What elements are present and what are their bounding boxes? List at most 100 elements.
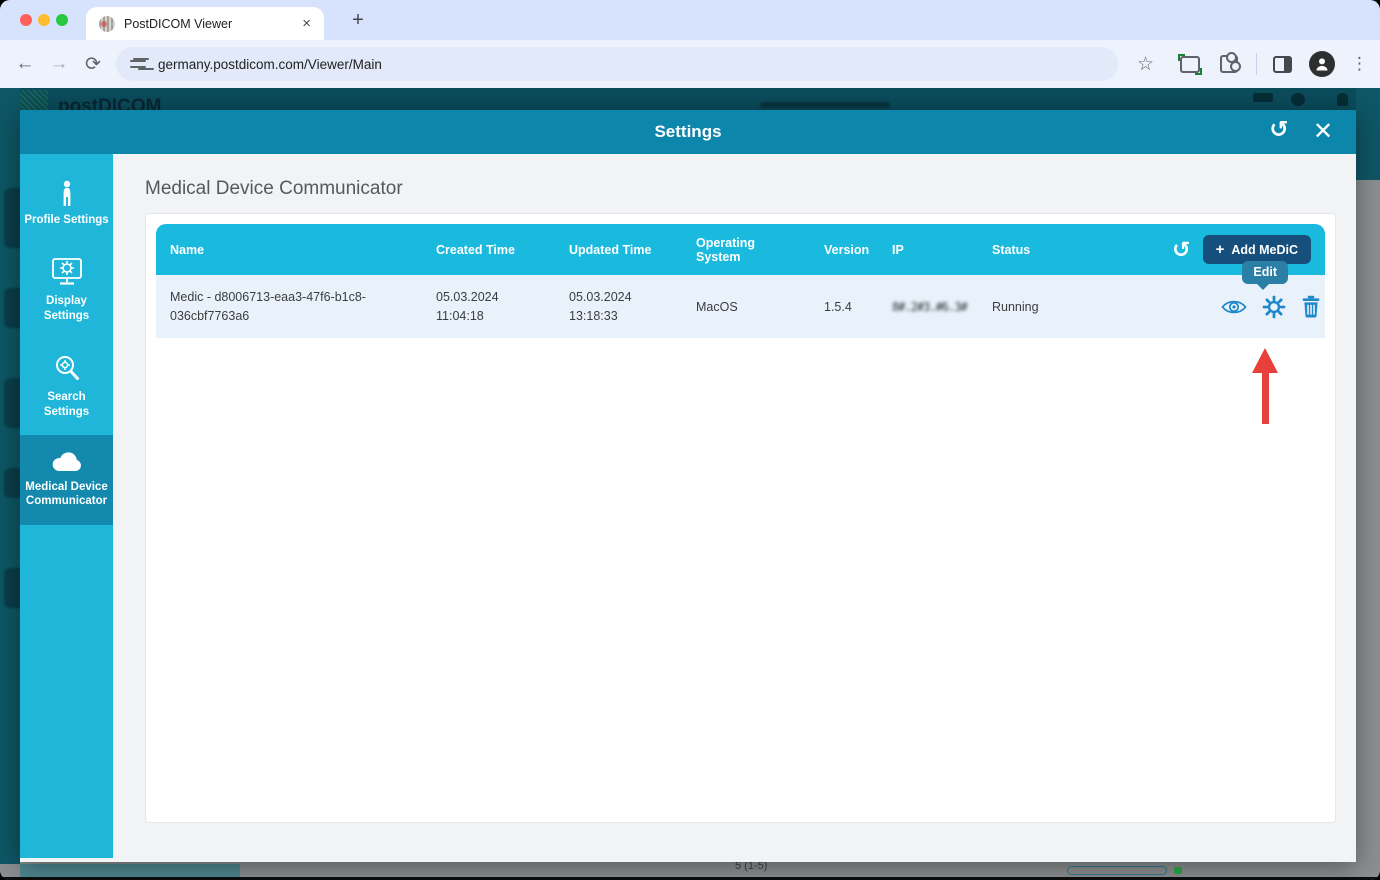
- cell-status: Running: [992, 299, 1039, 314]
- table-header-actions: ↺ + Add MeDiC: [1162, 235, 1325, 264]
- table-header-row: Name Created Time Updated Time Operating…: [156, 224, 1325, 275]
- tab-close-icon[interactable]: ×: [299, 15, 314, 32]
- sidebar-item-label: Search Settings: [43, 391, 90, 418]
- add-medic-button[interactable]: + Add MeDiC: [1202, 235, 1311, 264]
- underlying-sidebar-bottom: [20, 864, 240, 877]
- browser-window: PostDICOM Viewer × + ← → ⟳ germany.postd…: [0, 0, 1380, 880]
- screen-capture-icon[interactable]: [1178, 53, 1202, 75]
- extensions-puzzle-icon[interactable]: [1220, 52, 1241, 73]
- left-toolbar-blob: [4, 568, 20, 608]
- url-text: germany.postdicom.com/Viewer/Main: [158, 56, 382, 72]
- cell-name: Medic - d8006713-eaa3-47f6-b1c8-036cbf77…: [170, 290, 366, 323]
- sidebar-item-search-settings[interactable]: Search Settings: [20, 339, 113, 435]
- row-actions: [1162, 295, 1325, 319]
- header-icon-blob: [1291, 93, 1305, 106]
- left-toolbar-blob: [4, 188, 20, 248]
- side-panel-icon[interactable]: [1273, 55, 1292, 73]
- reload-button[interactable]: ⟳: [76, 53, 110, 76]
- col-header-status: Status: [992, 242, 1031, 257]
- underlying-page-header: postDICOM: [0, 88, 1380, 110]
- header-icon-blob: [1337, 93, 1348, 106]
- modal-title: Settings: [654, 122, 722, 141]
- new-tab-button[interactable]: +: [344, 6, 372, 34]
- sidebar-item-profile-settings[interactable]: Profile Settings: [20, 154, 113, 243]
- edit-tooltip: Edit: [1242, 261, 1288, 284]
- table-refresh-icon[interactable]: ↺: [1172, 237, 1190, 263]
- toolbar-divider: [1256, 53, 1257, 75]
- sidebar-item-label: Display Settings: [43, 295, 90, 322]
- sidebar-item-medical-device-communicator[interactable]: Medical Device Communicator: [20, 434, 113, 525]
- left-toolbar-blob: [4, 378, 20, 428]
- forward-button[interactable]: →: [42, 53, 76, 75]
- underlying-page: postDICOM 5 (1-5) Settings ↺ ✕ Profile S…: [0, 88, 1380, 880]
- arrow-stem: [1261, 372, 1269, 424]
- col-header-os: Operating System: [696, 235, 756, 264]
- sidebar-item-label: Profile Settings: [24, 214, 109, 226]
- red-pointer-arrow: [1252, 348, 1278, 424]
- col-header-ip: IP: [892, 242, 904, 257]
- sidebar-item-label: Medical Device Communicator: [25, 480, 108, 508]
- delete-trash-icon[interactable]: [1301, 295, 1321, 318]
- cloud-icon: [52, 452, 81, 471]
- tab-title: PostDICOM Viewer: [124, 16, 233, 31]
- cell-os: MacOS: [696, 299, 738, 314]
- bookmark-star-icon[interactable]: ☆: [1137, 53, 1154, 76]
- underlying-page-bottom: 5 (1-5): [0, 860, 1380, 877]
- col-header-updated: Updated Time: [569, 242, 652, 257]
- browser-menu-icon[interactable]: ⋮: [1351, 54, 1368, 74]
- toolbar-right: ☆ ⋮: [1137, 40, 1380, 88]
- header-icon-blob: [1253, 93, 1273, 102]
- macos-zoom-button[interactable]: [56, 14, 68, 26]
- address-bar[interactable]: germany.postdicom.com/Viewer/Main: [116, 47, 1118, 81]
- search-settings-icon: [55, 356, 79, 381]
- underlying-green-indicator: [1174, 867, 1182, 874]
- medic-table-card: Name Created Time Updated Time Operating…: [145, 213, 1336, 823]
- table-row[interactable]: Medic - d8006713-eaa3-47f6-b1c8-036cbf77…: [156, 275, 1325, 338]
- created-time: 11:04:18: [436, 308, 484, 323]
- edit-gear-icon[interactable]: [1262, 295, 1286, 319]
- left-toolbar-blob: [4, 288, 20, 328]
- back-button[interactable]: ←: [8, 53, 42, 75]
- cell-created: 05.03.2024 11:04:18: [436, 288, 569, 324]
- ip-redacted-scribble: 8#.2#3.#6.3#: [892, 299, 968, 314]
- cell-version: 1.5.4: [824, 299, 852, 314]
- underlying-button-outline: [1067, 866, 1167, 875]
- browser-tab[interactable]: PostDICOM Viewer ×: [86, 7, 324, 40]
- modal-refresh-icon[interactable]: ↺: [1264, 116, 1294, 143]
- view-eye-icon[interactable]: [1221, 297, 1247, 317]
- created-date: 05.03.2024: [436, 290, 499, 305]
- person-icon: [1316, 58, 1328, 71]
- left-toolbar-blob: [4, 468, 20, 498]
- postdicom-logo-text: postDICOM: [58, 96, 162, 110]
- display-settings-icon: [51, 258, 82, 285]
- sidebar-item-display-settings[interactable]: Display Settings: [20, 243, 113, 339]
- postdicom-logo-mark: [18, 90, 48, 110]
- col-header-created: Created Time: [436, 242, 515, 257]
- cell-updated: 05.03.2024 13:18:33: [569, 288, 696, 324]
- modal-close-icon[interactable]: ✕: [1308, 117, 1338, 146]
- settings-modal: Settings ↺ ✕ Profile Settings Display Se…: [20, 110, 1356, 862]
- plus-icon: +: [1215, 241, 1225, 258]
- tab-strip: PostDICOM Viewer × +: [0, 0, 1380, 40]
- arrow-head: [1252, 348, 1278, 373]
- settings-content: Medical Device Communicator Name Created…: [113, 154, 1356, 862]
- modal-header: Settings ↺ ✕: [20, 110, 1356, 154]
- macos-close-button[interactable]: [20, 14, 32, 26]
- updated-date: 05.03.2024: [569, 290, 632, 305]
- medic-table: Name Created Time Updated Time Operating…: [156, 224, 1325, 424]
- updated-time: 13:18:33: [569, 308, 618, 323]
- page-title: Medical Device Communicator: [145, 178, 403, 199]
- cell-ip-redacted: 8#.2#3.#6.3#: [892, 300, 992, 314]
- site-info-icon[interactable]: [130, 58, 146, 70]
- profile-avatar[interactable]: [1309, 51, 1335, 77]
- col-header-name: Name: [170, 242, 205, 257]
- add-medic-label: Add MeDiC: [1231, 242, 1298, 257]
- col-header-version: Version: [824, 242, 870, 257]
- order-search-smudge: [760, 102, 890, 108]
- person-icon: [63, 180, 70, 206]
- underlying-right-toolbar: [1356, 88, 1380, 180]
- underlying-left-toolbar: [0, 88, 20, 880]
- postdicom-favicon-icon: [99, 15, 115, 32]
- macos-minimize-button[interactable]: [38, 14, 50, 26]
- settings-sidebar: Profile Settings Display Settings Search…: [20, 154, 113, 858]
